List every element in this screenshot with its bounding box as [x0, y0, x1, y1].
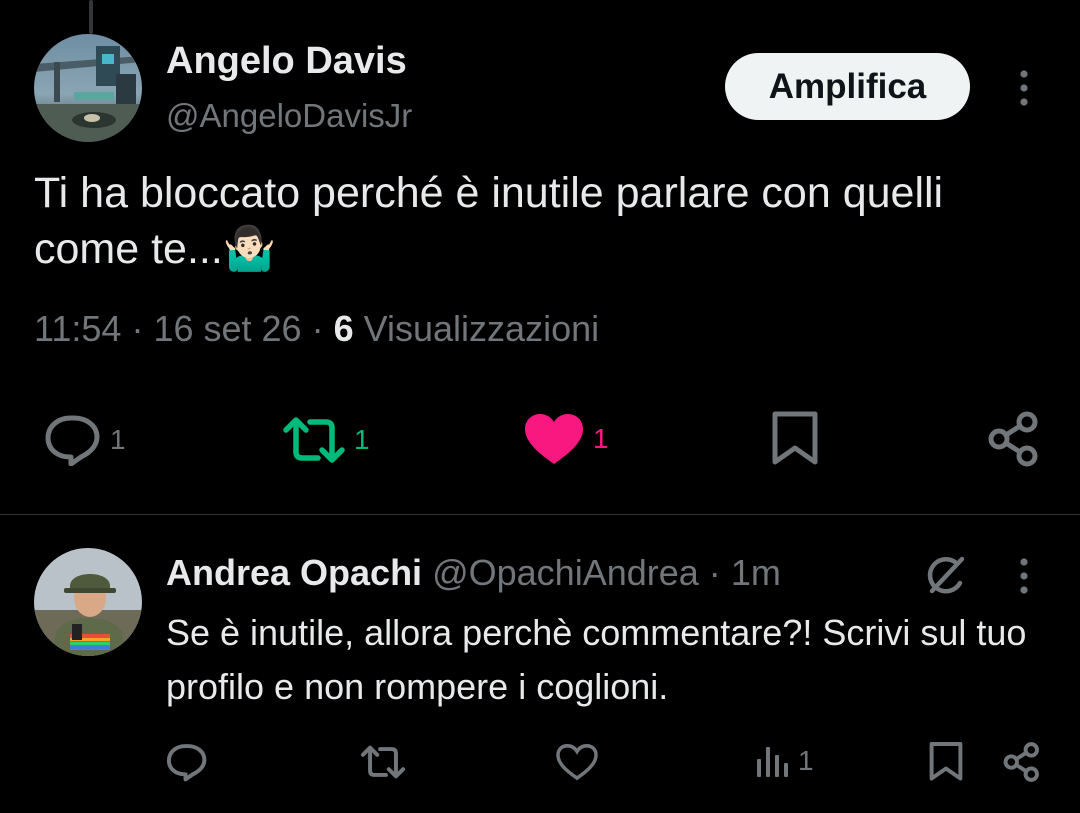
retweet-icon: [283, 417, 345, 463]
reply-icon: [45, 415, 100, 466]
reply-button[interactable]: [166, 742, 208, 787]
avatar[interactable]: [34, 548, 142, 656]
author-name[interactable]: Angelo Davis: [166, 40, 407, 83]
retweet-count: 1: [354, 424, 370, 455]
tweet-text: Ti ha bloccato perché è inutile parlare …: [34, 169, 944, 273]
divider: [0, 514, 1080, 515]
reply-icon: [166, 744, 207, 782]
views-label[interactable]: Visualizzazioni: [364, 308, 599, 349]
like-button[interactable]: 1: [523, 412, 609, 466]
tweet-metadata: 11:54 · 16 set 26 · 6 Visualizzazioni: [34, 308, 599, 350]
retweet-button[interactable]: [360, 743, 406, 786]
grok-icon[interactable]: [922, 553, 968, 599]
tweet-date[interactable]: 16 set 26: [153, 308, 301, 349]
tweet-time-ago[interactable]: 1m: [731, 552, 781, 593]
share-button[interactable]: [986, 410, 1042, 473]
bookmark-button[interactable]: [928, 741, 964, 788]
separator: ·: [708, 552, 721, 593]
share-icon: [988, 411, 1038, 467]
tweet-time[interactable]: 11:54: [34, 308, 121, 349]
bookmark-button[interactable]: [770, 410, 820, 473]
separator: ·: [311, 308, 324, 349]
like-count: 1: [593, 423, 609, 454]
share-button[interactable]: [1002, 741, 1042, 788]
share-icon: [1003, 742, 1039, 782]
more-options-icon[interactable]: [1008, 66, 1040, 110]
views-count: 1: [798, 745, 814, 776]
like-icon-filled: [525, 414, 583, 464]
author-handle[interactable]: @AngeloDavisJr: [166, 97, 412, 135]
reply-count: 1: [110, 424, 126, 455]
reply-text: Se è inutile, allora perchè commentare?!…: [166, 612, 1027, 707]
more-options-icon[interactable]: [1008, 554, 1040, 598]
views-button[interactable]: 1: [756, 743, 814, 779]
like-icon: [556, 744, 598, 781]
bookmark-icon: [929, 742, 963, 781]
author-name[interactable]: Andrea Opachi: [166, 552, 422, 593]
thread-connector-line: [89, 0, 93, 34]
views-count: 6: [333, 308, 354, 349]
retweet-button[interactable]: 1: [282, 414, 370, 466]
reply-header: Andrea Opachi @OpachiAndrea · 1m: [166, 552, 781, 594]
bookmark-icon: [772, 411, 818, 465]
follow-button[interactable]: Amplifica: [725, 53, 970, 120]
views-icon: [757, 747, 788, 777]
avatar[interactable]: [34, 34, 142, 142]
like-button[interactable]: [555, 743, 599, 786]
author-handle[interactable]: @OpachiAndrea: [432, 552, 699, 593]
retweet-icon: [360, 745, 406, 779]
reply-button[interactable]: 1: [44, 414, 126, 466]
separator: ·: [131, 308, 144, 349]
